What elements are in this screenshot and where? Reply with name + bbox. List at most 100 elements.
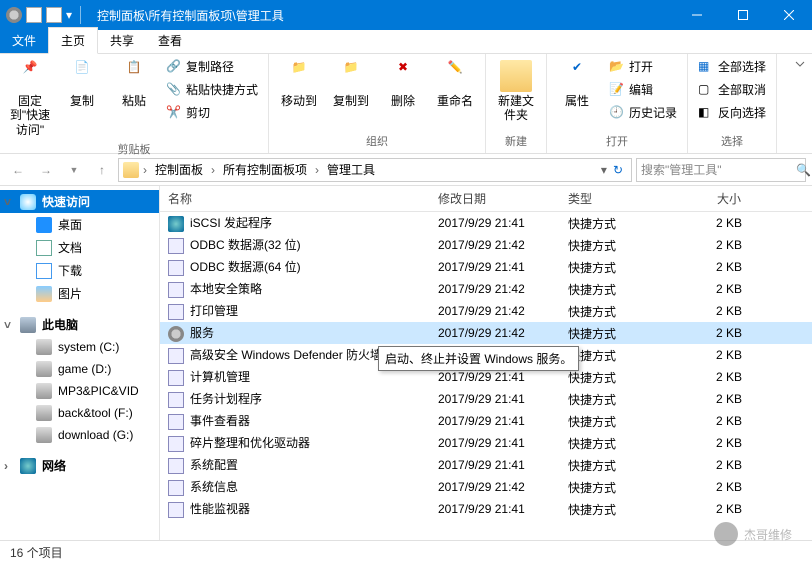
delete-button[interactable]: ✖删除 [379, 56, 427, 112]
up-button[interactable]: ↑ [90, 158, 114, 182]
nav-network[interactable]: ›网络 [0, 454, 159, 477]
file-row[interactable]: 事件查看器2017/9/29 21:41快捷方式2 KB [160, 410, 812, 432]
properties-button[interactable]: ✔属性 [553, 56, 601, 112]
file-icon [168, 282, 184, 298]
open-button[interactable]: 📂打开 [605, 56, 681, 77]
close-button[interactable] [766, 0, 812, 30]
file-row[interactable]: ODBC 数据源(64 位)2017/9/29 21:41快捷方式2 KB [160, 256, 812, 278]
crumb-0[interactable]: 控制面板 [151, 161, 207, 178]
col-name[interactable]: 名称 [160, 190, 430, 207]
cut-button[interactable]: ✂️剪切 [162, 102, 262, 123]
file-name: 高级安全 Windows Defender 防火墙 [190, 348, 382, 362]
file-row[interactable]: 任务计划程序2017/9/29 21:41快捷方式2 KB [160, 388, 812, 410]
nav-quick-access[interactable]: ˅快速访问 [0, 190, 159, 213]
file-row[interactable]: 打印管理2017/9/29 21:42快捷方式2 KB [160, 300, 812, 322]
refresh-button[interactable]: ↻ [609, 163, 627, 177]
file-size: 2 KB [670, 304, 750, 318]
address-dropdown[interactable]: ▾ [601, 163, 607, 177]
newfolder-button[interactable]: 新建文件夹 [492, 56, 540, 127]
file-row[interactable]: 系统配置2017/9/29 21:41快捷方式2 KB [160, 454, 812, 476]
chevron-icon[interactable]: › [141, 163, 149, 177]
col-date[interactable]: 修改日期 [430, 190, 560, 207]
file-icon [168, 414, 184, 430]
file-row[interactable]: 碎片整理和优化驱动器2017/9/29 21:41快捷方式2 KB [160, 432, 812, 454]
file-row[interactable]: iSCSI 发起程序2017/9/29 21:41快捷方式2 KB [160, 212, 812, 234]
file-name: 计算机管理 [190, 370, 250, 384]
pasteshortcut-button[interactable]: 📎粘贴快捷方式 [162, 79, 262, 100]
nav-drive-d[interactable]: game (D:) [0, 358, 159, 380]
file-size: 2 KB [670, 480, 750, 494]
rename-button[interactable]: ✏️重命名 [431, 56, 479, 112]
wechat-icon [714, 522, 738, 546]
status-bar: 16 个项目 [0, 540, 812, 564]
qat-icon-2[interactable] [46, 7, 62, 23]
nav-pictures[interactable]: 图片 [0, 282, 159, 305]
col-type[interactable]: 类型 [560, 190, 670, 207]
file-date: 2017/9/29 21:41 [430, 414, 560, 428]
tab-home[interactable]: 主页 [48, 27, 98, 54]
edit-button[interactable]: 📝编辑 [605, 79, 681, 100]
file-rows[interactable]: iSCSI 发起程序2017/9/29 21:41快捷方式2 KBODBC 数据… [160, 212, 812, 540]
qat-icon-1[interactable] [26, 7, 42, 23]
tab-share[interactable]: 共享 [98, 28, 146, 53]
nav-drive-g[interactable]: download (G:) [0, 424, 159, 446]
file-row[interactable]: 系统信息2017/9/29 21:42快捷方式2 KB [160, 476, 812, 498]
file-name: iSCSI 发起程序 [190, 216, 272, 230]
tab-file[interactable]: 文件 [0, 28, 48, 53]
nav-desktop[interactable]: 桌面 [0, 213, 159, 236]
file-type: 快捷方式 [560, 369, 670, 386]
ribbon-tabs: 文件 主页 共享 查看 [0, 30, 812, 54]
file-date: 2017/9/29 21:41 [430, 260, 560, 274]
file-row[interactable]: 本地安全策略2017/9/29 21:42快捷方式2 KB [160, 278, 812, 300]
nav-thispc[interactable]: ˅此电脑 [0, 313, 159, 336]
file-list: 名称 修改日期 类型 大小 iSCSI 发起程序2017/9/29 21:41快… [160, 186, 812, 540]
recent-button[interactable]: ▼ [62, 158, 86, 182]
selectnone-button[interactable]: ▢全部取消 [694, 79, 770, 100]
crumb-1[interactable]: 所有控制面板项 [219, 161, 311, 178]
forward-button[interactable]: → [34, 158, 58, 182]
col-size[interactable]: 大小 [670, 190, 750, 207]
ribbon-collapse-button[interactable] [788, 54, 812, 153]
file-row[interactable]: 服务2017/9/29 21:42快捷方式2 KB [160, 322, 812, 344]
file-icon [168, 348, 184, 364]
file-date: 2017/9/29 21:42 [430, 480, 560, 494]
paste-button[interactable]: 📋粘贴 [110, 56, 158, 112]
nav-drive-c[interactable]: system (C:) [0, 336, 159, 358]
minimize-button[interactable] [674, 0, 720, 30]
file-icon [168, 216, 184, 232]
file-size: 2 KB [670, 238, 750, 252]
search-box[interactable]: 🔍 [636, 158, 806, 182]
maximize-button[interactable] [720, 0, 766, 30]
nav-pane[interactable]: ˅快速访问 桌面 文档 下载 图片 ˅此电脑 system (C:) game … [0, 186, 160, 540]
copypath-button[interactable]: 🔗复制路径 [162, 56, 262, 77]
moveto-button[interactable]: 📁移动到 [275, 56, 323, 112]
copy-button[interactable]: 📄复制 [58, 56, 106, 112]
search-icon[interactable]: 🔍 [796, 163, 811, 177]
tab-view[interactable]: 查看 [146, 28, 194, 53]
selectall-button[interactable]: ▦全部选择 [694, 56, 770, 77]
item-count: 16 个项目 [10, 544, 63, 561]
nav-drive-f[interactable]: back&tool (F:) [0, 402, 159, 424]
chevron-icon[interactable]: › [313, 163, 321, 177]
chevron-icon[interactable]: › [209, 163, 217, 177]
file-icon [168, 392, 184, 408]
file-date: 2017/9/29 21:41 [430, 216, 560, 230]
file-size: 2 KB [670, 282, 750, 296]
invert-button[interactable]: ◧反向选择 [694, 102, 770, 123]
file-row[interactable]: 性能监视器2017/9/29 21:41快捷方式2 KB [160, 498, 812, 520]
nav-drive-e[interactable]: MP3&PIC&VID [0, 380, 159, 402]
file-row[interactable]: ODBC 数据源(32 位)2017/9/29 21:42快捷方式2 KB [160, 234, 812, 256]
file-size: 2 KB [670, 502, 750, 516]
nav-downloads[interactable]: 下载 [0, 259, 159, 282]
file-icon [168, 304, 184, 320]
copyto-button[interactable]: 📁复制到 [327, 56, 375, 112]
qat-dropdown[interactable]: ▾ [66, 8, 72, 22]
history-button[interactable]: 🕘历史记录 [605, 102, 681, 123]
breadcrumb[interactable]: › 控制面板 › 所有控制面板项 › 管理工具 ▾ ↻ [118, 158, 632, 182]
crumb-2[interactable]: 管理工具 [323, 161, 379, 178]
file-type: 快捷方式 [560, 215, 670, 232]
nav-documents[interactable]: 文档 [0, 236, 159, 259]
pin-button[interactable]: 📌固定到"快速访问" [6, 56, 54, 141]
search-input[interactable] [641, 163, 796, 177]
back-button[interactable]: ← [6, 158, 30, 182]
